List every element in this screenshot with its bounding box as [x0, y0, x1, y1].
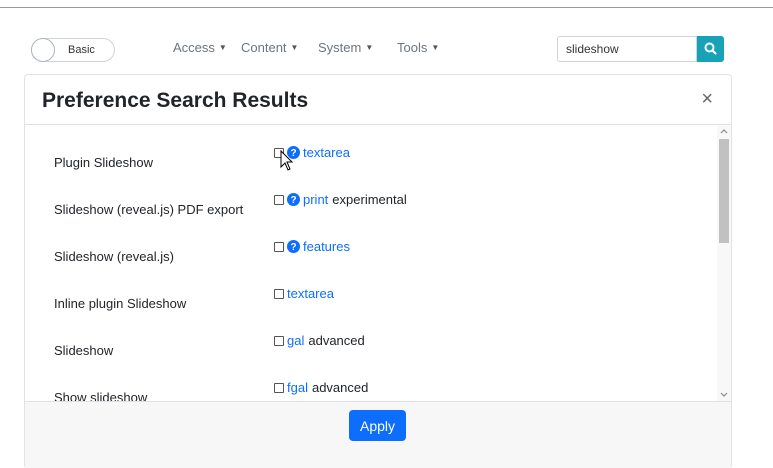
- result-checkbox[interactable]: [274, 382, 284, 393]
- result-controls: ? print experimental: [274, 192, 407, 207]
- result-tag: experimental: [332, 192, 407, 207]
- result-row: Inline plugin Slideshow textarea: [25, 286, 717, 316]
- nav-menu-label: System: [318, 40, 362, 55]
- result-label: Inline plugin Slideshow: [54, 296, 187, 311]
- caret-down-icon: ▼: [431, 43, 440, 52]
- modal-body: Plugin Slideshow ? textarea Slideshow (r…: [25, 125, 717, 401]
- help-icon[interactable]: ?: [287, 240, 300, 253]
- basic-mode-toggle[interactable]: Basic: [31, 38, 115, 62]
- result-row: Slideshow (reveal.js) PDF export ? print…: [25, 192, 717, 222]
- caret-down-icon: ▼: [290, 43, 299, 52]
- caret-down-icon: ▼: [365, 43, 374, 52]
- nav-menu-tools[interactable]: Tools ▼: [397, 40, 439, 55]
- toggle-knob[interactable]: [31, 38, 55, 62]
- result-label: Show slideshow: [54, 390, 148, 401]
- result-link[interactable]: gal: [287, 333, 304, 348]
- modal-scrollbar[interactable]: [717, 125, 731, 401]
- result-controls: fgal advanced: [274, 380, 368, 395]
- result-link[interactable]: textarea: [303, 145, 350, 160]
- preference-search-modal: Preference Search Results × Plugin Slide…: [24, 74, 732, 468]
- result-checkbox[interactable]: [274, 288, 284, 299]
- scroll-down-icon[interactable]: [717, 389, 731, 399]
- result-link[interactable]: features: [303, 239, 350, 254]
- result-checkbox[interactable]: [274, 335, 284, 346]
- result-row: Show slideshow fgal advanced: [25, 380, 717, 401]
- svg-text:?: ?: [290, 242, 296, 253]
- window-top-border: [0, 7, 773, 8]
- nav-menu-access[interactable]: Access ▼: [173, 40, 227, 55]
- nav-menu-content[interactable]: Content ▼: [241, 40, 298, 55]
- mouse-pointer-icon: [280, 150, 294, 171]
- result-tag: advanced: [311, 380, 369, 395]
- result-checkbox[interactable]: [274, 241, 284, 252]
- search-icon: [704, 42, 717, 55]
- nav-menu-system[interactable]: System ▼: [318, 40, 373, 55]
- search-input[interactable]: [557, 36, 697, 62]
- toggle-label: Basic: [68, 44, 95, 56]
- result-controls: textarea: [274, 286, 334, 301]
- result-row: Slideshow (reveal.js) ? features: [25, 239, 717, 269]
- result-label: Slideshow (reveal.js): [54, 249, 174, 264]
- result-link[interactable]: textarea: [287, 286, 334, 301]
- result-link[interactable]: fgal: [287, 380, 308, 395]
- result-row: Slideshow gal advanced: [25, 333, 717, 363]
- result-checkbox[interactable]: [274, 194, 284, 205]
- result-label: Plugin Slideshow: [54, 155, 154, 170]
- result-controls: ? features: [274, 239, 350, 254]
- result-label: Slideshow: [54, 343, 114, 358]
- close-button[interactable]: ×: [701, 89, 713, 109]
- search-button[interactable]: [697, 36, 724, 62]
- scroll-up-icon[interactable]: [717, 127, 731, 137]
- apply-button[interactable]: Apply: [349, 410, 406, 441]
- nav-menu-label: Access: [173, 40, 215, 55]
- nav-menu-label: Tools: [397, 40, 428, 55]
- nav-menu-label: Content: [241, 40, 287, 55]
- svg-text:?: ?: [290, 195, 296, 206]
- result-row: Plugin Slideshow ? textarea: [25, 145, 717, 175]
- modal-footer: Apply: [25, 401, 731, 468]
- result-tag: advanced: [308, 333, 365, 348]
- caret-down-icon: ▼: [218, 43, 227, 52]
- modal-title: Preference Search Results: [42, 89, 309, 112]
- result-link[interactable]: print: [303, 192, 328, 207]
- modal-header: Preference Search Results ×: [25, 75, 731, 125]
- scrollbar-thumb[interactable]: [719, 139, 729, 243]
- result-label: Slideshow (reveal.js) PDF export: [54, 202, 244, 217]
- help-icon[interactable]: ?: [287, 193, 300, 206]
- result-controls: gal advanced: [274, 333, 365, 348]
